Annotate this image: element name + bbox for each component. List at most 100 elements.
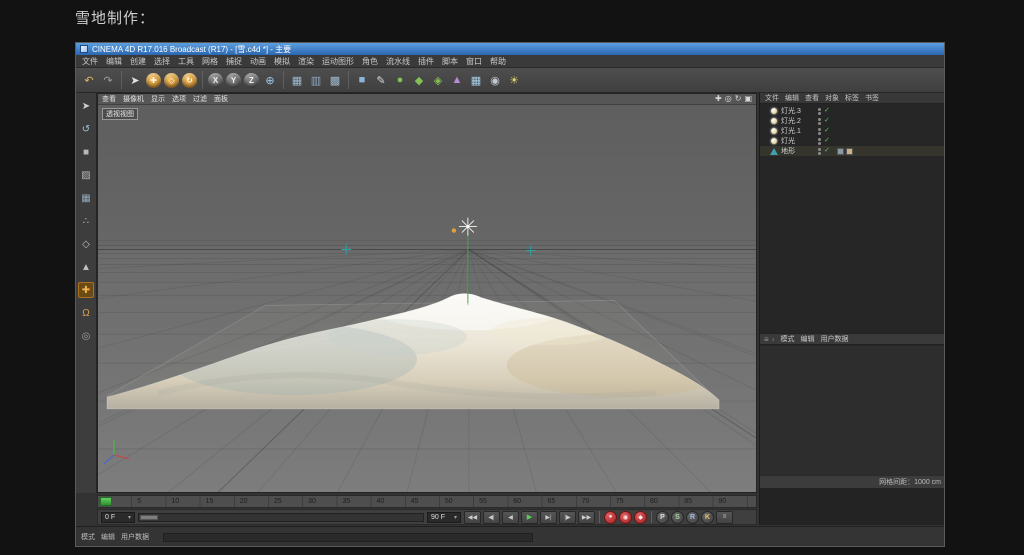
goto-start-button[interactable]: ◀◀ <box>464 511 481 524</box>
object-manager-menu-item[interactable]: 对象 <box>825 93 839 103</box>
viewport-menu-item[interactable]: 面板 <box>214 94 228 104</box>
render-settings-icon[interactable]: ▩ <box>326 71 344 90</box>
attr-lock-icon[interactable]: ◦ <box>772 335 775 344</box>
prev-key-button[interactable]: ◀| <box>483 511 500 524</box>
visibility-dots[interactable] <box>818 118 821 125</box>
menu-item[interactable]: 创建 <box>126 55 150 68</box>
texture-tag-icon[interactable] <box>846 148 853 155</box>
attribute-tab[interactable]: 用户数据 <box>821 334 849 344</box>
timeline-slider[interactable] <box>138 513 424 522</box>
menu-item[interactable]: 动画 <box>246 55 270 68</box>
pan-view-icon[interactable]: ✚ <box>715 94 722 104</box>
object-row[interactable]: 地形 ✓ <box>760 146 945 156</box>
workplane-mode-icon[interactable]: ▦ <box>78 190 94 206</box>
axis-lock-icon[interactable]: ✚ <box>78 282 94 298</box>
menu-item[interactable]: 帮助 <box>486 55 510 68</box>
enabled-check-icon[interactable]: ✓ <box>824 147 830 155</box>
record-options-button[interactable]: ◆ <box>634 511 647 524</box>
snap-icon[interactable]: Ω <box>78 305 94 321</box>
mograph-icon[interactable]: ◈ <box>429 71 447 90</box>
keyframe-selection-button[interactable]: K <box>701 511 714 524</box>
spline-pen-icon[interactable]: ✎ <box>372 71 390 90</box>
enabled-check-icon[interactable]: ✓ <box>824 117 830 125</box>
menu-item[interactable]: 捕捉 <box>222 55 246 68</box>
lock-x-axis-button[interactable]: X <box>208 73 223 88</box>
menu-item[interactable]: 脚本 <box>438 55 462 68</box>
enabled-check-icon[interactable]: ✓ <box>824 137 830 145</box>
visibility-dots[interactable] <box>818 128 821 135</box>
window-titlebar[interactable]: CINEMA 4D R17.016 Broadcast (R17) - [雪.c… <box>76 43 944 55</box>
redo-icon[interactable]: ↷ <box>99 71 117 90</box>
menu-item[interactable]: 插件 <box>414 55 438 68</box>
viewport-menu-item[interactable]: 查看 <box>102 94 116 104</box>
next-frame-button[interactable]: ▶| <box>540 511 557 524</box>
perspective-viewport[interactable]: 查看摄像机显示选项过滤面板 ✚◎↻▣ 透视视图 <box>97 93 757 493</box>
object-row[interactable]: 灯光.2 ✓ <box>760 116 945 126</box>
menu-item[interactable]: 窗口 <box>462 55 486 68</box>
menu-item[interactable]: 工具 <box>174 55 198 68</box>
lock-z-axis-button[interactable]: Z <box>244 73 259 88</box>
status-bar-menu-item[interactable]: 模式 <box>81 532 95 542</box>
edges-mode-icon[interactable]: ◇ <box>78 236 94 252</box>
light-icon[interactable]: ☀ <box>505 71 523 90</box>
make-editable-icon[interactable]: ↺ <box>78 121 94 137</box>
object-row[interactable]: 灯光 ✓ <box>760 136 945 146</box>
layout-switch-button[interactable]: ≡ <box>716 511 733 524</box>
selection-pen-icon[interactable]: ➤ <box>78 98 94 114</box>
record-rotation-button[interactable]: R <box>686 511 699 524</box>
attribute-tab[interactable]: 模式 <box>781 334 795 344</box>
object-row[interactable]: 灯光.1 ✓ <box>760 126 945 136</box>
menu-item[interactable]: 运动图形 <box>318 55 358 68</box>
object-row[interactable]: 灯光.3 ✓ <box>760 106 945 116</box>
viewport-menu-item[interactable]: 选项 <box>172 94 186 104</box>
current-frame-marker[interactable] <box>100 497 112 506</box>
menu-item[interactable]: 文件 <box>78 55 102 68</box>
texture-tag-icon[interactable] <box>837 148 844 155</box>
menu-item[interactable]: 角色 <box>358 55 382 68</box>
attribute-tab[interactable]: 编辑 <box>801 334 815 344</box>
menu-item[interactable]: 模拟 <box>270 55 294 68</box>
timeline-slider-handle[interactable] <box>140 515 158 520</box>
record-position-button[interactable]: P <box>656 511 669 524</box>
visibility-dots[interactable] <box>818 108 821 115</box>
subdivision-surface-icon[interactable]: ● <box>391 71 409 90</box>
menu-item[interactable]: 选择 <box>150 55 174 68</box>
viewport-menu-item[interactable]: 过滤 <box>193 94 207 104</box>
viewport-scene[interactable] <box>98 94 756 493</box>
camera-icon[interactable]: ◉ <box>486 71 504 90</box>
current-frame-field[interactable]: 0 F ▾ <box>101 512 135 523</box>
viewport-menu-item[interactable]: 显示 <box>151 94 165 104</box>
status-bar-menu-item[interactable]: 用户数据 <box>121 532 149 542</box>
prev-frame-button[interactable]: ◀ <box>502 511 519 524</box>
zoom-view-icon[interactable]: ◎ <box>725 94 732 104</box>
solo-mode-icon[interactable]: ◎ <box>78 328 94 344</box>
generator-icon[interactable]: ◆ <box>410 71 428 90</box>
move-tool-icon[interactable]: ✚ <box>146 73 161 88</box>
environment-icon[interactable]: ▦ <box>467 71 485 90</box>
lock-y-axis-button[interactable]: Y <box>226 73 241 88</box>
object-manager-menu-item[interactable]: 文件 <box>765 93 779 103</box>
autokeying-button[interactable]: ◉ <box>619 511 632 524</box>
live-selection-icon[interactable]: ➤ <box>126 71 144 90</box>
visibility-dots[interactable] <box>818 148 821 155</box>
record-keyframe-button[interactable]: ● <box>604 511 617 524</box>
undo-icon[interactable]: ↶ <box>80 71 98 90</box>
status-bar-menu-item[interactable]: 编辑 <box>101 532 115 542</box>
rotate-view-icon[interactable]: ↻ <box>735 94 742 104</box>
texture-mode-icon[interactable]: ▨ <box>78 167 94 183</box>
deformer-icon[interactable]: ▲ <box>448 71 466 90</box>
polygons-mode-icon[interactable]: ▲ <box>78 259 94 275</box>
render-picture-viewer-icon[interactable]: ▥ <box>307 71 325 90</box>
object-manager-menu-item[interactable]: 书签 <box>865 93 879 103</box>
menu-item[interactable]: 渲染 <box>294 55 318 68</box>
light-handle-dot[interactable] <box>452 228 456 232</box>
play-button[interactable]: ▶ <box>521 511 538 524</box>
model-mode-icon[interactable]: ■ <box>78 144 94 160</box>
points-mode-icon[interactable]: ∴ <box>78 213 94 229</box>
record-scale-button[interactable]: S <box>671 511 684 524</box>
end-frame-field[interactable]: 90 F ▾ <box>427 512 461 523</box>
primitive-cube-icon[interactable]: ■ <box>353 71 371 90</box>
next-key-button[interactable]: |▶ <box>559 511 576 524</box>
attr-list-icon[interactable]: ≡ <box>764 335 769 344</box>
enabled-check-icon[interactable]: ✓ <box>824 127 830 135</box>
